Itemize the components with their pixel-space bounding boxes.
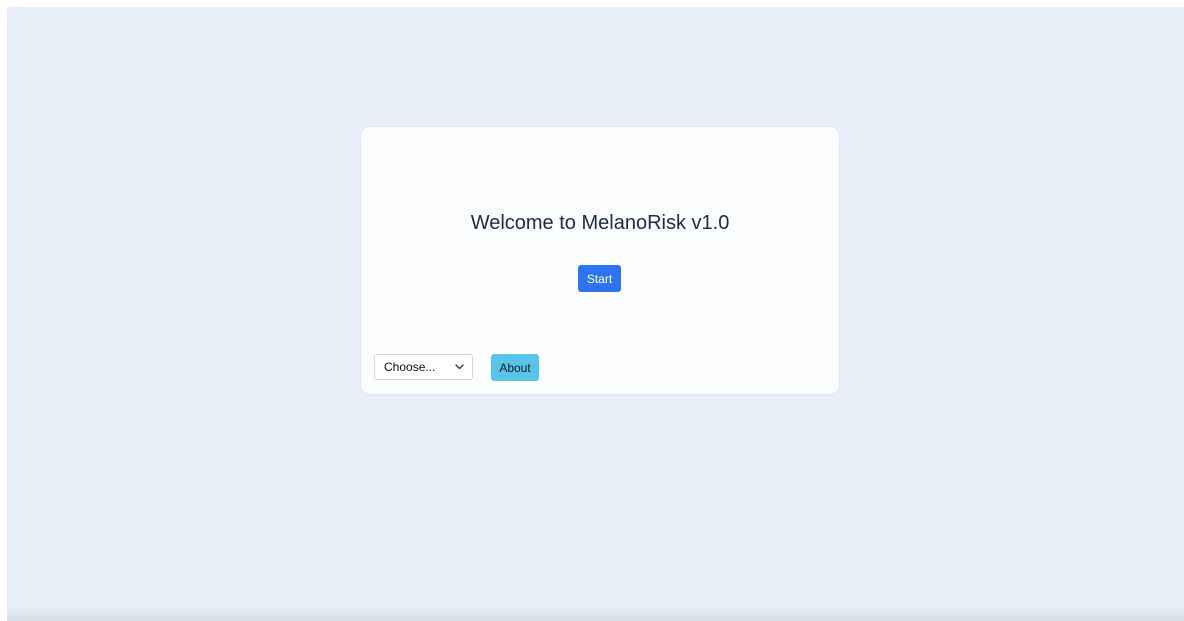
window-bottom-shadow bbox=[7, 605, 1184, 621]
about-button[interactable]: About bbox=[491, 354, 539, 381]
start-button[interactable]: Start bbox=[578, 265, 621, 292]
choose-select-value: Choose... bbox=[384, 360, 436, 374]
app-window: Welcome to MelanoRisk v1.0 Start Choose.… bbox=[7, 7, 1184, 621]
chevron-down-icon bbox=[454, 362, 464, 372]
choose-select[interactable]: Choose... bbox=[374, 354, 473, 380]
welcome-title: Welcome to MelanoRisk v1.0 bbox=[470, 212, 730, 234]
welcome-card: Welcome to MelanoRisk v1.0 Start Choose.… bbox=[360, 126, 840, 395]
